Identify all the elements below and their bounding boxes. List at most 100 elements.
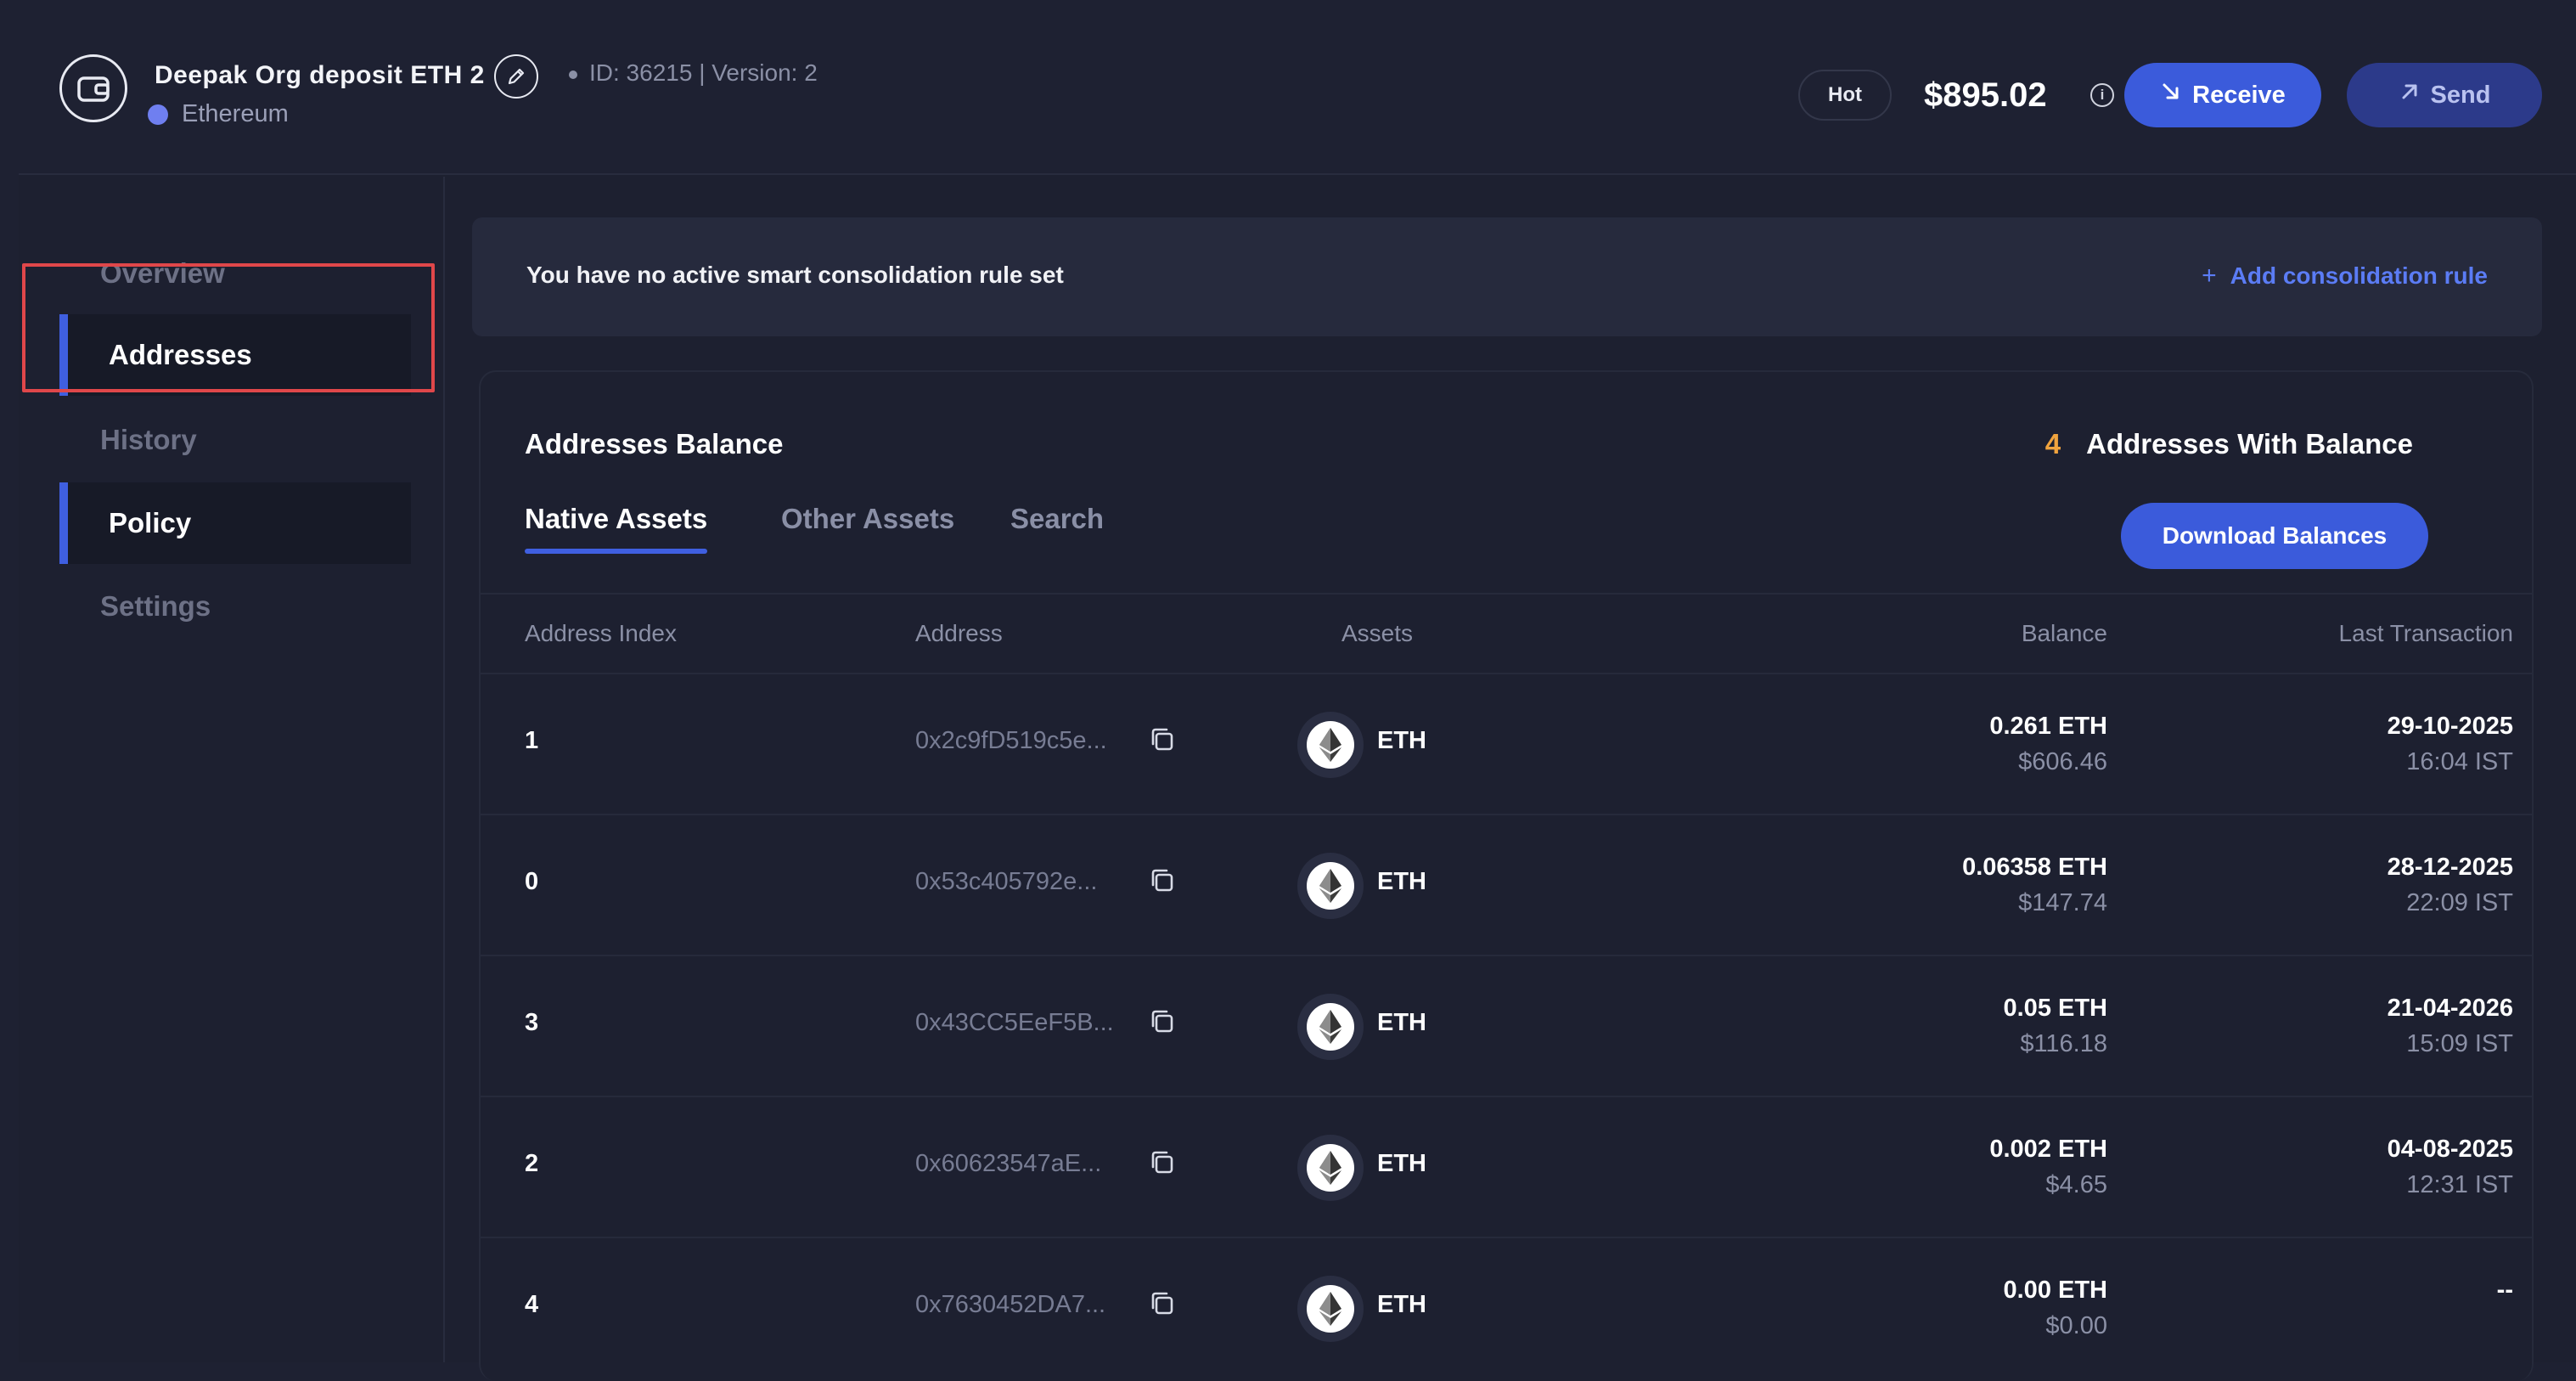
download-balances-button[interactable]: Download Balances xyxy=(2121,503,2428,569)
eth-logo-icon xyxy=(1297,994,1364,1060)
balance-cell: 0.05 ETH $116.18 xyxy=(2004,990,2108,1062)
wallet-header: Deepak Org deposit ETH 2 ID: 36215 | Ver… xyxy=(19,15,2576,175)
wallet-icon xyxy=(59,54,127,122)
table-header: Address Index Address Assets Balance Las… xyxy=(481,593,2532,674)
eth-logo-icon xyxy=(1297,853,1364,919)
arrow-up-right-icon xyxy=(2399,81,2421,110)
sidebar-item-settings[interactable]: Settings xyxy=(59,566,411,647)
asset-symbol: ETH xyxy=(1377,1291,1426,1318)
receive-label: Receive xyxy=(2192,81,2286,109)
last-transaction-cell: 21-04-2026 15:09 IST xyxy=(2388,990,2513,1062)
sidebar-item-history[interactable]: History xyxy=(59,399,411,481)
add-consolidation-rule-link[interactable]: + Add consolidation rule xyxy=(2202,262,2488,290)
copy-icon[interactable] xyxy=(1146,1288,1178,1320)
eth-logo-icon xyxy=(1297,1276,1364,1342)
balance-cell: 0.261 ETH $606.46 xyxy=(1989,708,2107,780)
eth-logo-icon xyxy=(1297,1135,1364,1201)
balance-cell: 0.00 ETH $0.00 xyxy=(2004,1272,2108,1344)
sidebar: Overview Addresses History Policy Settin… xyxy=(19,177,445,1362)
pencil-icon xyxy=(508,68,525,85)
address-value: 0x2c9fD519c5e... xyxy=(915,727,1107,754)
asset-symbol: ETH xyxy=(1377,727,1426,754)
wallet-name: Deepak Org deposit ETH 2 xyxy=(155,61,485,89)
last-transaction-time: 16:04 IST xyxy=(2406,748,2513,775)
addresses-with-balance-label: Addresses With Balance xyxy=(2086,428,2413,459)
balance-cell: 0.002 ETH $4.65 xyxy=(1989,1131,2107,1203)
panel-title: Addresses Balance xyxy=(525,428,784,459)
column-header-address-index: Address Index xyxy=(525,620,677,646)
balance-crypto: 0.06358 ETH xyxy=(1962,854,2107,881)
wallet-type-badge: Hot xyxy=(1798,70,1892,121)
edit-name-button[interactable] xyxy=(494,54,538,99)
balance-usd: $116.18 xyxy=(2020,1030,2107,1057)
last-transaction-date: 29-10-2025 xyxy=(2387,713,2513,740)
balance-crypto: 0.261 ETH xyxy=(1989,713,2107,740)
balance-usd: $147.74 xyxy=(2018,889,2107,916)
sidebar-item-addresses[interactable]: Addresses xyxy=(59,314,411,396)
address-index: 1 xyxy=(525,727,539,754)
last-transaction-date: -- xyxy=(2496,1277,2513,1304)
last-transaction-cell: 28-12-2025 22:09 IST xyxy=(2388,849,2513,921)
app-window: Deepak Org deposit ETH 2 ID: 36215 | Ver… xyxy=(19,15,2576,1381)
consolidation-message: You have no active smart consolidation r… xyxy=(526,262,1064,288)
balance-crypto: 0.002 ETH xyxy=(1989,1136,2107,1163)
balance-crypto: 0.00 ETH xyxy=(2003,1277,2108,1304)
asset-symbol: ETH xyxy=(1377,868,1426,895)
copy-icon[interactable] xyxy=(1146,724,1178,756)
plus-icon: + xyxy=(2202,262,2217,290)
copy-icon[interactable] xyxy=(1146,865,1178,897)
table-row: 3 0x43CC5EeF5B... ETH 0.05 ETH $116.18 21… xyxy=(481,956,2532,1097)
table-row: 4 0x7630452DA7... ETH 0.00 ETH $0.00 -- xyxy=(481,1238,2532,1379)
balance-crypto: 0.05 ETH xyxy=(2003,995,2108,1022)
balance-cell: 0.06358 ETH $147.74 xyxy=(1962,849,2107,921)
column-header-address: Address xyxy=(915,620,1003,646)
balance-usd: $4.65 xyxy=(2045,1171,2107,1198)
table-row: 2 0x60623547aE... ETH 0.002 ETH $4.65 04-… xyxy=(481,1097,2532,1238)
sidebar-item-overview[interactable]: Overview xyxy=(59,233,411,314)
send-button[interactable]: Send xyxy=(2347,63,2542,127)
addresses-with-balance: 4 Addresses With Balance xyxy=(2045,428,2413,460)
copy-icon[interactable] xyxy=(1146,1147,1178,1179)
addresses-balance-panel: Addresses Balance 4 Addresses With Balanc… xyxy=(479,370,2534,1381)
last-transaction-date: 28-12-2025 xyxy=(2387,854,2513,881)
add-consolidation-label: Add consolidation rule xyxy=(2230,262,2488,289)
column-header-assets: Assets xyxy=(1341,620,1414,646)
last-transaction-time: 12:31 IST xyxy=(2406,1171,2513,1198)
receive-button[interactable]: Receive xyxy=(2124,63,2321,127)
address-value: 0x43CC5EeF5B... xyxy=(915,1009,1114,1036)
asset-symbol: ETH xyxy=(1377,1150,1426,1177)
tab-other-assets[interactable]: Other Assets xyxy=(781,503,954,554)
address-value: 0x53c405792e... xyxy=(915,868,1098,895)
sidebar-item-policy[interactable]: Policy xyxy=(59,482,411,564)
address-value: 0x7630452DA7... xyxy=(915,1291,1106,1318)
wallet-balance: $895.02 xyxy=(1924,76,2047,114)
last-transaction-cell: -- xyxy=(2497,1272,2513,1308)
table-row: 1 0x2c9fD519c5e... ETH 0.261 ETH $606.46 … xyxy=(481,674,2532,815)
address-index: 2 xyxy=(525,1150,539,1177)
tab-search[interactable]: Search xyxy=(1010,503,1104,554)
chain-label: Ethereum xyxy=(148,100,289,128)
last-transaction-time: 15:09 IST xyxy=(2406,1030,2513,1057)
arrow-down-right-icon xyxy=(2160,81,2182,110)
addresses-with-balance-count: 4 xyxy=(2044,428,2061,459)
tab-native-assets[interactable]: Native Assets xyxy=(525,503,708,554)
balance-usd: $0.00 xyxy=(2045,1312,2107,1339)
asset-symbol: ETH xyxy=(1377,1009,1426,1036)
table-row: 0 0x53c405792e... ETH 0.06358 ETH $147.74… xyxy=(481,815,2532,956)
column-header-balance: Balance xyxy=(2021,620,2107,646)
last-transaction-date: 04-08-2025 xyxy=(2387,1136,2513,1163)
chain-name: Ethereum xyxy=(182,100,289,127)
address-index: 0 xyxy=(525,868,539,895)
consolidation-banner: You have no active smart consolidation r… xyxy=(472,217,2542,336)
eth-logo-icon xyxy=(1297,712,1364,778)
wallet-meta: ID: 36215 | Version: 2 xyxy=(569,59,818,87)
last-transaction-time: 22:09 IST xyxy=(2406,889,2513,916)
balance-usd: $606.46 xyxy=(2018,748,2107,775)
info-icon[interactable]: i xyxy=(2090,83,2114,107)
copy-icon[interactable] xyxy=(1146,1006,1178,1038)
send-label: Send xyxy=(2430,81,2491,109)
address-value: 0x60623547aE... xyxy=(915,1150,1102,1177)
last-transaction-date: 21-04-2026 xyxy=(2387,995,2513,1022)
address-index: 4 xyxy=(525,1291,539,1318)
column-header-last-transaction: Last Transaction xyxy=(2338,620,2513,646)
